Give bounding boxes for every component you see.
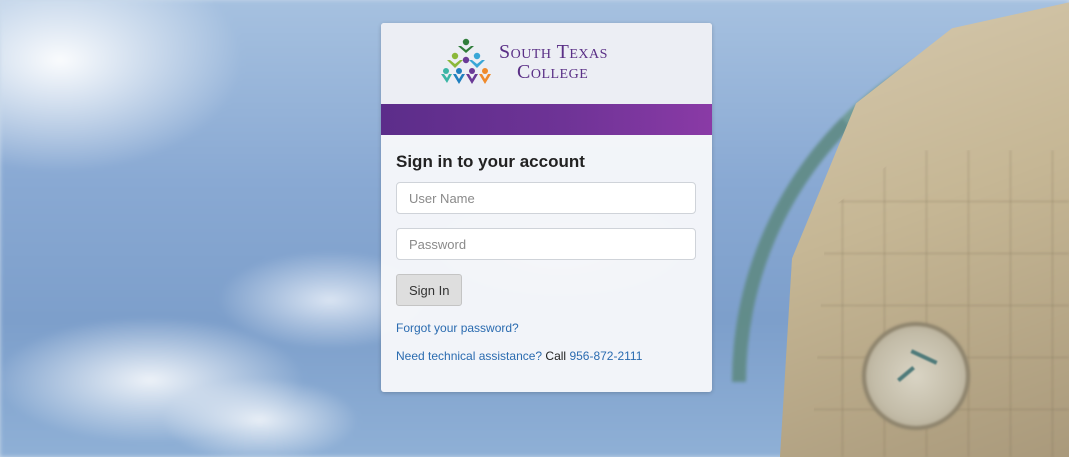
forgot-password-link[interactable]: Forgot your password? bbox=[396, 321, 519, 335]
login-page: South Texas College Sign in to your acco… bbox=[0, 0, 1069, 457]
college-logo-icon bbox=[441, 38, 491, 84]
call-text: Call bbox=[542, 349, 570, 363]
forgot-password-row: Forgot your password? bbox=[396, 320, 697, 336]
phone-number-link[interactable]: 956-872-2111 bbox=[569, 349, 642, 363]
clock-face bbox=[862, 322, 970, 430]
college-wordmark: South Texas College bbox=[499, 42, 659, 82]
wordmark-line-2: College bbox=[517, 61, 589, 83]
login-card: South Texas College Sign in to your acco… bbox=[381, 23, 712, 392]
assistance-row: Need technical assistance? Call 956-872-… bbox=[396, 348, 697, 364]
username-field[interactable] bbox=[396, 182, 696, 214]
wordmark-line-1: South Texas bbox=[499, 41, 608, 63]
login-form: Sign in to your account Sign In Forgot y… bbox=[396, 151, 697, 364]
sign-in-button[interactable]: Sign In bbox=[396, 274, 463, 306]
password-field[interactable] bbox=[396, 228, 696, 260]
logo-header: South Texas College bbox=[381, 23, 712, 104]
form-heading: Sign in to your account bbox=[396, 152, 585, 171]
purple-band bbox=[381, 104, 712, 135]
technical-assistance-link[interactable]: Need technical assistance? bbox=[396, 349, 542, 363]
